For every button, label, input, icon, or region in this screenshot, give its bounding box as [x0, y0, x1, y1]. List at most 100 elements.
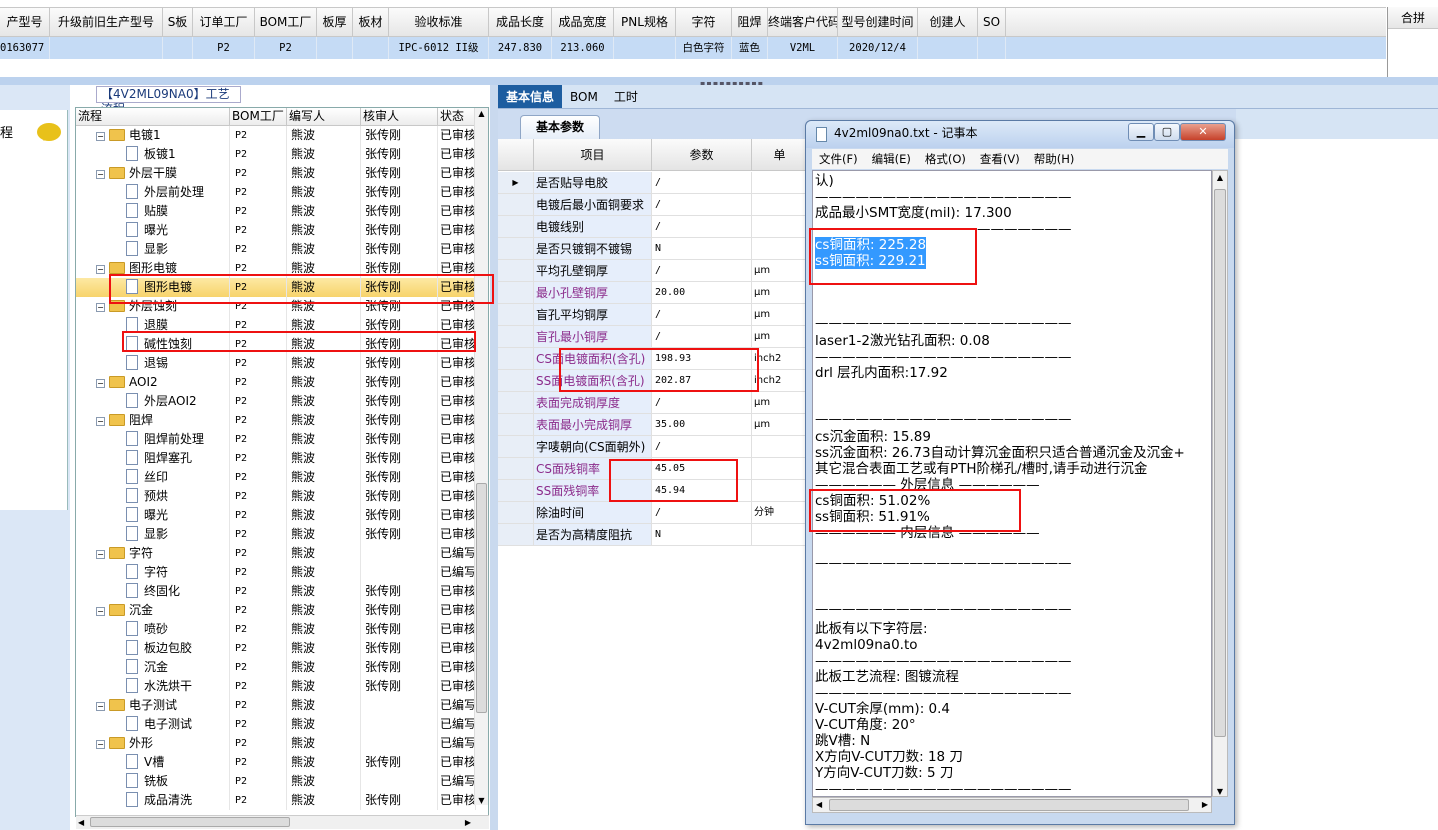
tree-row[interactable]: 曝光 P2 熊波 张传刚 已审核 — [76, 506, 476, 525]
tree-node[interactable]: 退膜 — [76, 316, 230, 335]
top-col-header[interactable]: 终端客户代码 — [768, 8, 838, 36]
collapse-toggle-icon[interactable]: − — [96, 702, 105, 711]
tree-node[interactable]: 阻焊塞孔 — [76, 449, 230, 468]
tree-node[interactable]: 沉金 — [76, 658, 230, 677]
tree-horizontal-scrollbar[interactable]: ◀ ▶ — [76, 815, 489, 829]
tree-node[interactable]: − 外层蚀刻 — [76, 297, 230, 316]
top-col-header[interactable]: PNL规格 — [614, 8, 676, 36]
param-value[interactable]: / — [652, 502, 752, 523]
tree-node[interactable]: 显影 — [76, 525, 230, 544]
param-row[interactable]: 最小孔壁铜厚 20.00 μm — [498, 282, 808, 304]
param-value[interactable]: 20.00 — [652, 282, 752, 303]
row-indicator[interactable] — [498, 260, 534, 281]
param-row[interactable]: 除油时间 / 分钟 — [498, 502, 808, 524]
tree-node[interactable]: 电子测试 — [76, 715, 230, 734]
tree-row[interactable]: − 阻焊 P2 熊波 张传刚 已审核 — [76, 411, 476, 430]
tree-col-header[interactable]: 编写人 — [287, 108, 361, 125]
param-row[interactable]: SS面残铜率 45.94 — [498, 480, 808, 502]
tree-row[interactable]: 图形电镀 P2 熊波 张传刚 已审核 — [76, 278, 476, 297]
notepad-titlebar[interactable]: 4v2ml09na0.txt - 记事本 ▁ ▢ ✕ — [806, 121, 1234, 148]
tab-bom[interactable]: BOM — [562, 85, 606, 108]
param-value[interactable]: 45.94 — [652, 480, 752, 501]
tree-node[interactable]: − 阻焊 — [76, 411, 230, 430]
tree-node[interactable]: 成品清洗 — [76, 791, 230, 810]
tree-row[interactable]: 贴膜 P2 熊波 张传刚 已审核 — [76, 202, 476, 221]
tree-row[interactable]: − 外形 P2 熊波 已编写 — [76, 734, 476, 753]
top-col-header[interactable]: 型号创建时间 — [838, 8, 918, 36]
tree-row[interactable]: 显影 P2 熊波 张传刚 已审核 — [76, 525, 476, 544]
tree-node[interactable]: − 电镀1 — [76, 126, 230, 145]
collapse-toggle-icon[interactable]: − — [96, 740, 105, 749]
tree-node[interactable]: 阻焊前处理 — [76, 430, 230, 449]
param-value[interactable]: N — [652, 524, 752, 545]
row-indicator[interactable] — [498, 458, 534, 479]
notepad-window[interactable]: 4v2ml09na0.txt - 记事本 ▁ ▢ ✕ 文件(F) 编辑(E) 格式(… — [805, 120, 1235, 825]
tree-node[interactable]: 图形电镀 — [76, 278, 230, 297]
param-value[interactable]: / — [652, 326, 752, 347]
tree-node[interactable]: − 外形 — [76, 734, 230, 753]
tree-node[interactable]: 字符 — [76, 563, 230, 582]
tree-row[interactable]: 板镀1 P2 熊波 张传刚 已审核 — [76, 145, 476, 164]
tree-node[interactable]: 外层前处理 — [76, 183, 230, 202]
process-tree[interactable]: 流程 BOM工厂 编写人 核审人 状态 − 电镀1 P2 熊波 张传刚 已审核 板镀1 P2 熊波 张传刚… — [75, 107, 489, 817]
minimize-button[interactable]: ▁ — [1128, 123, 1154, 141]
row-indicator[interactable] — [498, 524, 534, 545]
param-value[interactable]: / — [652, 172, 752, 193]
tree-row[interactable]: 显影 P2 熊波 张传刚 已审核 — [76, 240, 476, 259]
collapse-toggle-icon[interactable]: − — [96, 379, 105, 388]
top-col-header[interactable]: 板厚 — [317, 8, 353, 36]
tree-row[interactable]: 板边包胶 P2 熊波 张传刚 已审核 — [76, 639, 476, 658]
param-row[interactable]: 电镀后最小面铜要求 / — [498, 194, 808, 216]
top-col-header[interactable]: 产型号 — [0, 8, 50, 36]
tree-row[interactable]: 碱性蚀刻 P2 熊波 张传刚 已审核 — [76, 335, 476, 354]
row-indicator[interactable]: ▶ — [498, 172, 534, 193]
param-row[interactable]: CS面残铜率 45.05 — [498, 458, 808, 480]
param-row[interactable]: SS面电镀面积(含孔) 202.87 inch2 — [498, 370, 808, 392]
tree-col-header[interactable]: 状态 — [438, 108, 476, 125]
tree-node[interactable]: 退锡 — [76, 354, 230, 373]
collapse-toggle-icon[interactable]: − — [96, 303, 105, 312]
tree-node[interactable]: 丝印 — [76, 468, 230, 487]
param-value[interactable]: / — [652, 304, 752, 325]
top-col-header[interactable]: 创建人 — [918, 8, 978, 36]
tree-node[interactable]: 曝光 — [76, 506, 230, 525]
tree-node[interactable]: − 字符 — [76, 544, 230, 563]
tree-row[interactable]: − AOI2 P2 熊波 张传刚 已审核 — [76, 373, 476, 392]
collapse-toggle-icon[interactable]: − — [96, 132, 105, 141]
collapse-toggle-icon[interactable]: − — [96, 550, 105, 559]
tree-node[interactable]: − 沉金 — [76, 601, 230, 620]
tree-node[interactable]: 显影 — [76, 240, 230, 259]
collapse-toggle-icon[interactable]: − — [96, 417, 105, 426]
param-value[interactable]: / — [652, 194, 752, 215]
row-indicator[interactable] — [498, 326, 534, 347]
row-indicator[interactable] — [498, 348, 534, 369]
row-indicator[interactable] — [498, 414, 534, 435]
tree-node[interactable]: 终固化 — [76, 582, 230, 601]
param-value[interactable]: 202.87 — [652, 370, 752, 391]
param-value[interactable]: N — [652, 238, 752, 259]
top-table-row[interactable]: 0163077 P2 P2 IPC-6012 II级 247.830 213.060 白色字… — [0, 37, 1386, 59]
top-col-header[interactable]: 验收标准 — [389, 8, 489, 36]
tree-node[interactable]: 水洗烘干 — [76, 677, 230, 696]
row-indicator[interactable] — [498, 480, 534, 501]
tree-row[interactable]: 喷砂 P2 熊波 张传刚 已审核 — [76, 620, 476, 639]
notepad-menu-item[interactable]: 文件(F) — [812, 149, 865, 169]
param-row[interactable]: CS面电镀面积(含孔) 198.93 inch2 — [498, 348, 808, 370]
row-indicator[interactable] — [498, 238, 534, 259]
top-col-header[interactable]: 升级前旧生产型号 — [50, 8, 163, 36]
tree-row[interactable]: 终固化 P2 熊波 张传刚 已审核 — [76, 582, 476, 601]
tree-row[interactable]: 铣板 P2 熊波 已编写 — [76, 772, 476, 791]
notepad-menu-item[interactable]: 查看(V) — [973, 149, 1027, 169]
top-col-header[interactable]: 阻焊 — [732, 8, 768, 36]
notepad-menu-item[interactable]: 格式(O) — [918, 149, 973, 169]
tree-node[interactable]: 预烘 — [76, 487, 230, 506]
top-col-header[interactable]: 成品宽度 — [552, 8, 614, 36]
tree-row[interactable]: 电子测试 P2 熊波 已编写 — [76, 715, 476, 734]
param-value[interactable]: / — [652, 436, 752, 457]
tree-node[interactable]: 碱性蚀刻 — [76, 335, 230, 354]
tree-row[interactable]: 曝光 P2 熊波 张传刚 已审核 — [76, 221, 476, 240]
param-row[interactable]: 盲孔平均铜厚 / μm — [498, 304, 808, 326]
notepad-horizontal-scrollbar[interactable]: ◀ ▶ — [812, 797, 1212, 813]
tree-row[interactable]: − 字符 P2 熊波 已编写 — [76, 544, 476, 563]
tree-row[interactable]: 水洗烘干 P2 熊波 张传刚 已审核 — [76, 677, 476, 696]
